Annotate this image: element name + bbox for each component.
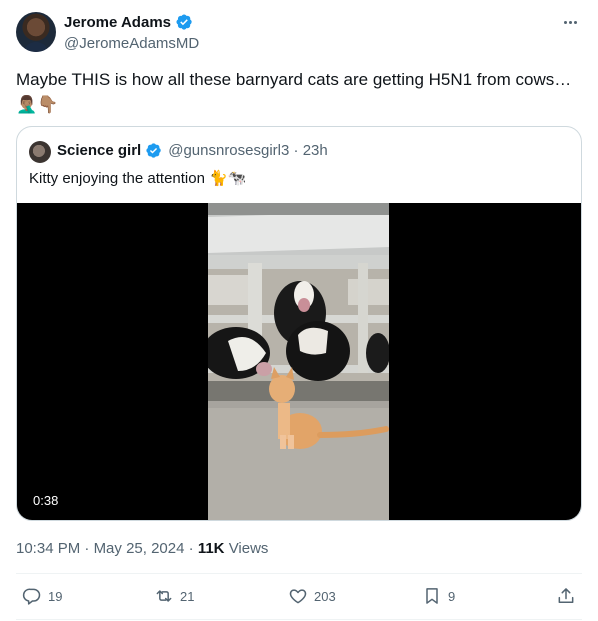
- quoted-tweet[interactable]: Science girl @gunsnrosesgirl3 · 23h Kitt…: [16, 126, 582, 521]
- bookmark-icon: [426, 588, 438, 604]
- video-player[interactable]: 0:38: [17, 203, 581, 520]
- reply-button[interactable]: 19: [22, 586, 62, 606]
- like-button[interactable]: 203: [288, 586, 336, 606]
- reply-count: 19: [48, 588, 63, 604]
- reply-icon: [22, 588, 41, 605]
- bookmark-button[interactable]: 9: [422, 586, 455, 606]
- divider: [16, 619, 582, 620]
- bookmark-count: 9: [448, 588, 456, 604]
- views-label: Views: [228, 540, 269, 557]
- share-icon: [558, 588, 574, 603]
- tweet-emojis: 🤦🏽‍♂️👇🏽: [16, 95, 59, 114]
- author-avatar[interactable]: [16, 12, 56, 52]
- quote-text-row: Kitty enjoying the attention 🐈🐄: [29, 169, 246, 187]
- repost-icon: [156, 590, 172, 602]
- verified-badge-icon: [176, 14, 192, 30]
- meta-separator: ·: [188, 540, 194, 557]
- video-duration: 0:38: [27, 492, 65, 509]
- divider: [16, 573, 582, 574]
- quote-time[interactable]: 23h: [303, 142, 328, 159]
- quote-handle[interactable]: @gunsnrosesgirl3: [168, 142, 289, 159]
- quote-text: Kitty enjoying the attention: [29, 170, 205, 187]
- like-count: 203: [314, 588, 336, 604]
- quote-header: Science girl @gunsnrosesgirl3 · 23h: [57, 142, 328, 159]
- quote-emojis: 🐈🐄: [209, 170, 247, 187]
- tweet-time[interactable]: 10:34 PM: [16, 540, 80, 557]
- tweet-date[interactable]: May 25, 2024: [94, 540, 185, 557]
- repost-button[interactable]: 21: [154, 586, 194, 606]
- views-count: 11K: [197, 540, 225, 557]
- like-icon: [289, 589, 307, 604]
- repost-count: 21: [180, 588, 195, 604]
- quote-avatar[interactable]: [29, 141, 51, 163]
- action-bar: 19 21 203 9: [16, 586, 582, 610]
- tweet-meta: 10:34 PM · May 25, 2024 · 11K Views: [16, 540, 268, 557]
- author-handle[interactable]: @JeromeAdamsMD: [64, 35, 199, 52]
- video-frame: [208, 203, 389, 520]
- share-button[interactable]: [556, 586, 576, 606]
- tweet[interactable]: Jerome Adams @JeromeAdamsMD Maybe THIS i…: [0, 0, 598, 621]
- author-name-row: Jerome Adams: [64, 13, 193, 31]
- author-display-name[interactable]: Jerome Adams: [64, 14, 171, 31]
- more-icon[interactable]: [560, 12, 580, 32]
- quote-separator: ·: [293, 142, 299, 159]
- tweet-text: Maybe THIS is how all these barnyard cat…: [16, 70, 572, 89]
- quote-display-name[interactable]: Science girl: [57, 142, 141, 159]
- verified-badge-icon: [146, 143, 161, 158]
- meta-separator: ·: [84, 540, 90, 557]
